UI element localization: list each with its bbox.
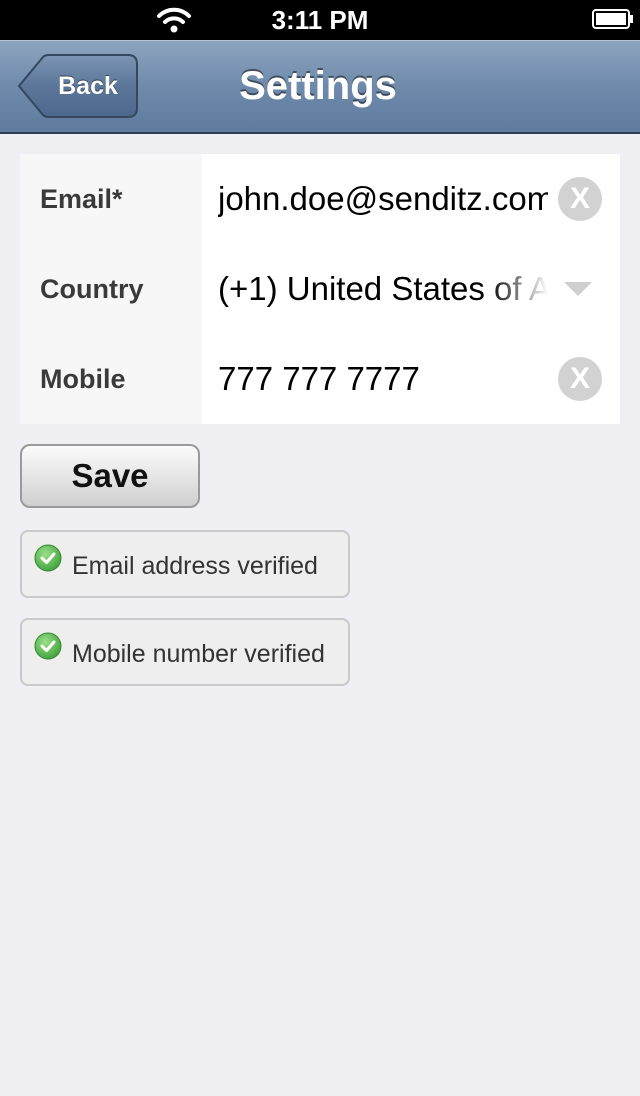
status-bar: 3:11 PM xyxy=(0,0,640,40)
check-icon xyxy=(34,632,62,660)
dropdown-icon[interactable] xyxy=(564,282,592,296)
page-title: Settings xyxy=(239,64,397,108)
mobile-field[interactable]: 777 777 7777 xyxy=(218,334,548,424)
email-label: Email* xyxy=(40,184,123,214)
status-time: 3:11 PM xyxy=(271,5,369,35)
email-verified-badge: Email address verified xyxy=(20,530,350,598)
clear-icon[interactable]: X xyxy=(558,357,602,401)
settings-form: Email* john.doe@senditz.com X Country (+… xyxy=(20,154,620,424)
mobile-label: Mobile xyxy=(40,364,126,394)
country-label: Country xyxy=(40,274,144,304)
mobile-verified-text: Mobile number verified xyxy=(72,640,325,668)
save-button[interactable]: Save xyxy=(20,444,200,508)
check-icon xyxy=(34,544,62,572)
email-verified-text: Email address verified xyxy=(72,552,318,580)
mobile-row: Mobile 777 777 7777 X xyxy=(20,334,620,424)
nav-bar: Back Settings xyxy=(0,40,640,134)
country-select[interactable]: (+1) United States of America xyxy=(218,244,548,334)
email-row: Email* john.doe@senditz.com X xyxy=(20,154,620,244)
battery-icon xyxy=(592,9,633,29)
mobile-verified-badge: Mobile number verified xyxy=(20,618,350,686)
back-label: Back xyxy=(58,72,118,100)
back-button[interactable]: Back xyxy=(18,54,138,118)
country-row: Country (+1) United States of America xyxy=(20,244,620,334)
email-field[interactable]: john.doe@senditz.com xyxy=(218,154,548,244)
clear-icon[interactable]: X xyxy=(558,177,602,221)
